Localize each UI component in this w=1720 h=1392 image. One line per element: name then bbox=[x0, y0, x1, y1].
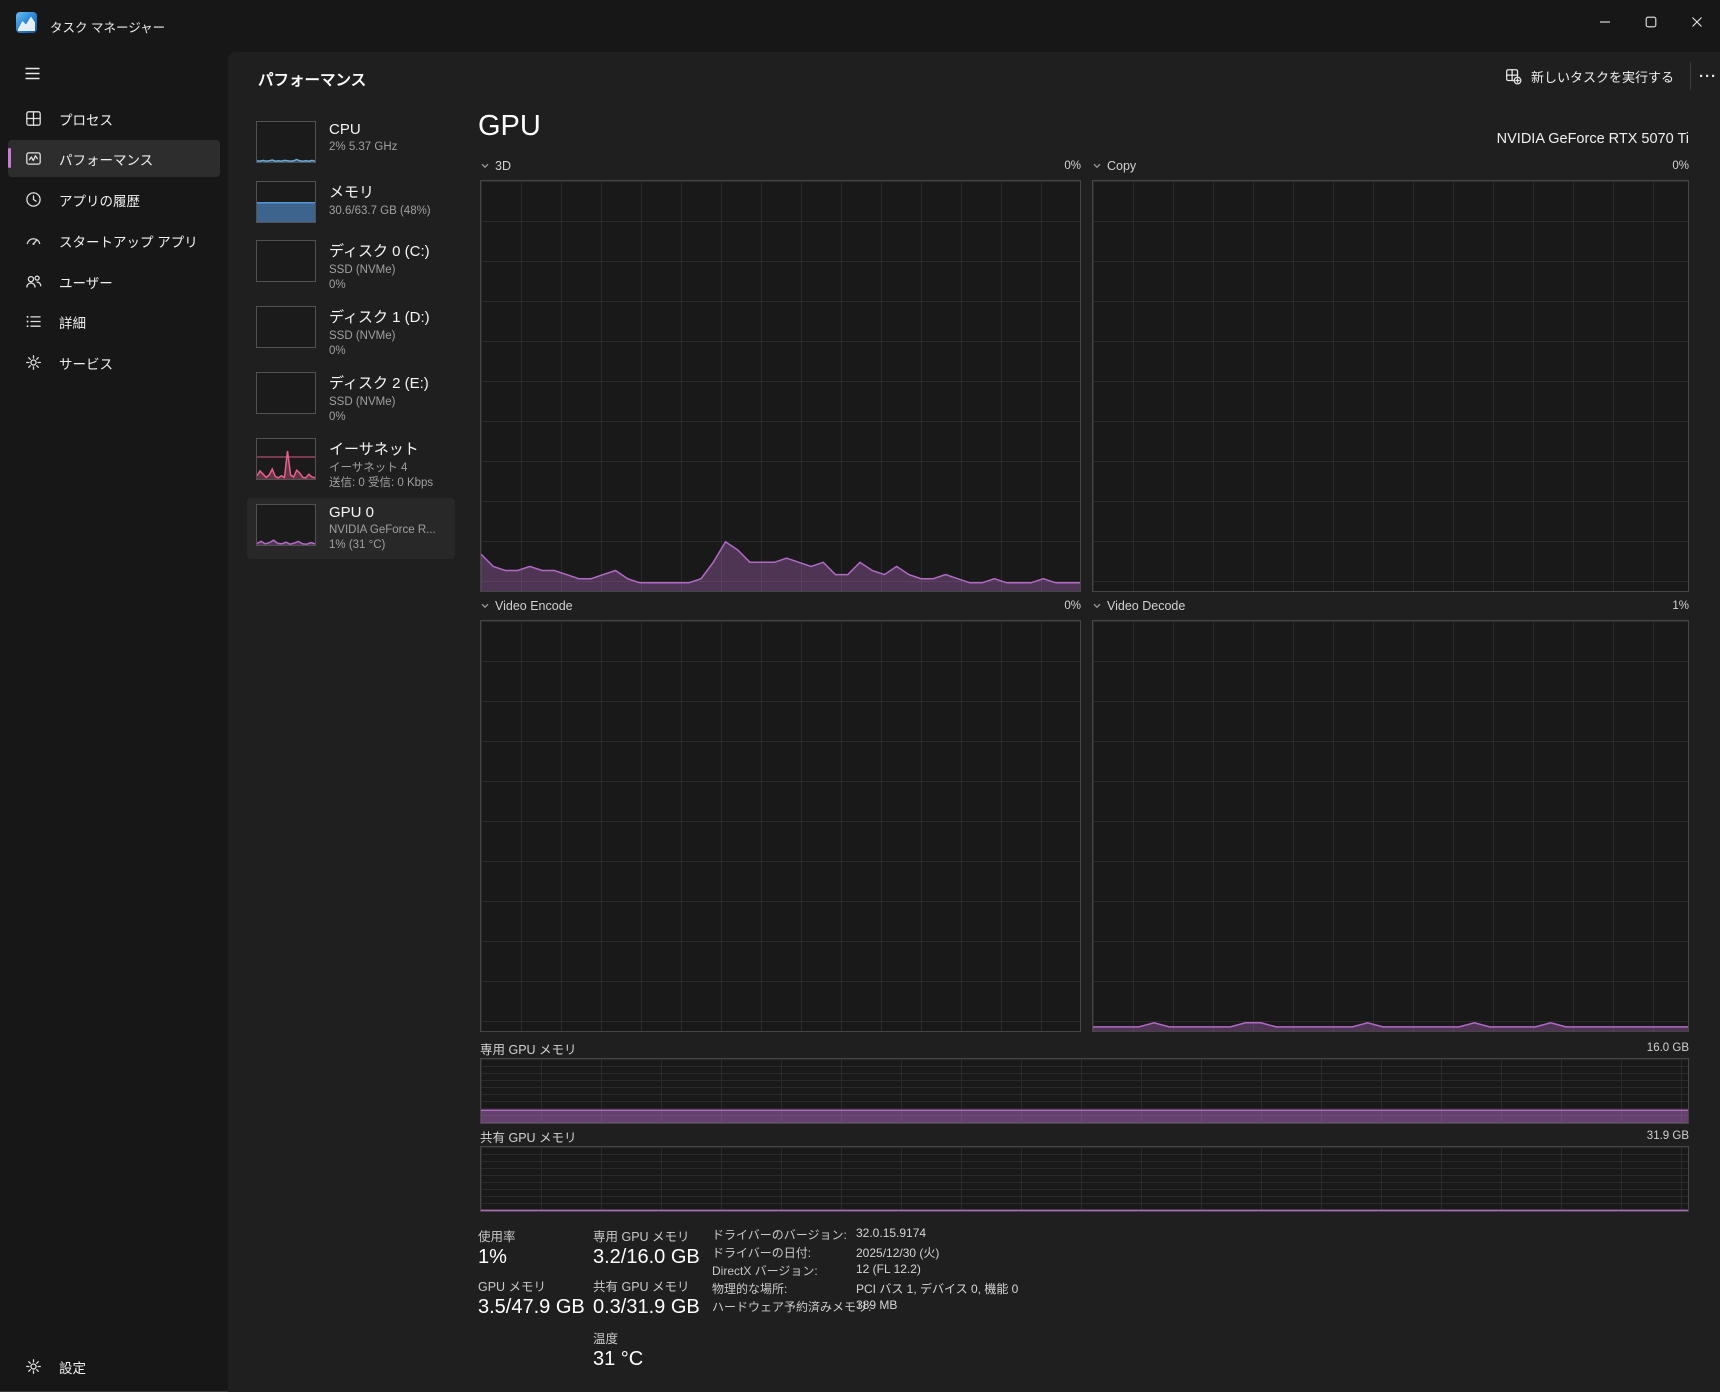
section-header-shared-memory: 共有 GPU メモリ 31.9 GB bbox=[480, 1128, 1689, 1144]
chevron-down-icon[interactable] bbox=[480, 601, 490, 611]
directx-version-label: DirectX バージョン: bbox=[712, 1262, 818, 1279]
sidebar-item-services[interactable]: サービス bbox=[8, 344, 220, 381]
details-list-icon bbox=[25, 313, 42, 330]
sidebar-item-label: アプリの履歴 bbox=[59, 190, 140, 210]
perf-item-ethernet[interactable]: イーサネット イーサネット 4 送信: 0 受信: 0 Kbps bbox=[247, 432, 455, 497]
sidebar-item-performance[interactable]: パフォーマンス bbox=[8, 140, 220, 177]
run-new-task-button[interactable]: 新しいタスクを実行する bbox=[1495, 60, 1684, 92]
services-gear-icon bbox=[25, 354, 42, 371]
users-icon bbox=[25, 273, 42, 290]
sidebar-item-label: 設定 bbox=[59, 1357, 86, 1377]
sidebar-item-label: サービス bbox=[59, 353, 113, 373]
sidebar-item-label: ユーザー bbox=[59, 272, 113, 292]
gpu-video-encode-chart bbox=[480, 620, 1081, 1032]
settings-gear-icon bbox=[25, 1358, 42, 1375]
driver-date-label: ドライバーの日付: bbox=[712, 1244, 811, 1261]
temperature-label: 温度 bbox=[593, 1328, 618, 1347]
ethernet-mini-chart bbox=[256, 438, 316, 480]
gpu-page-title: GPU bbox=[478, 110, 541, 143]
section-header-dedicated-memory: 専用 GPU メモリ 16.0 GB bbox=[480, 1040, 1689, 1056]
hamburger-menu-icon[interactable] bbox=[12, 56, 52, 90]
task-manager-window: タスク マネージャー プロセス パフォーマンス アプリの履歴 スタートアップ ア… bbox=[0, 0, 1720, 1392]
shared-memory-label: 共有 GPU メモリ bbox=[593, 1276, 690, 1295]
hw-reserved-memory-value: 389 MB bbox=[856, 1298, 897, 1312]
section-header-video-encode: Video Encode 0% bbox=[480, 598, 1081, 614]
disk0-mini-chart bbox=[256, 240, 316, 282]
sidebar-item-label: 詳細 bbox=[59, 312, 86, 332]
disk2-mini-chart bbox=[256, 372, 316, 414]
sidebar-item-users[interactable]: ユーザー bbox=[8, 263, 220, 300]
driver-date-value: 2025/12/30 (火) bbox=[856, 1244, 939, 1261]
physical-location-label: 物理的な場所: bbox=[712, 1280, 787, 1297]
memory-mini-chart bbox=[256, 181, 316, 223]
physical-location-value: PCI バス 1, デバイス 0, 機能 0 bbox=[856, 1280, 1018, 1297]
perf-item-memory[interactable]: メモリ 30.6/63.7 GB (48%) bbox=[247, 175, 455, 229]
video-encode-percent: 0% bbox=[1064, 600, 1081, 612]
app-icon bbox=[16, 12, 37, 33]
performance-icon bbox=[25, 150, 42, 167]
sidebar-item-label: パフォーマンス bbox=[59, 149, 153, 169]
perf-item-disk0[interactable]: ディスク 0 (C:) SSD (NVMe) 0% bbox=[247, 234, 455, 299]
gpu-copy-chart bbox=[1092, 180, 1689, 592]
sidebar-item-settings[interactable]: 設定 bbox=[8, 1348, 220, 1385]
run-new-task-label: 新しいタスクを実行する bbox=[1531, 67, 1674, 86]
hw-reserved-memory-label: ハードウェア予約済みメモリ: bbox=[712, 1298, 871, 1315]
sidebar-item-app-history[interactable]: アプリの履歴 bbox=[8, 181, 220, 218]
sidebar-item-label: プロセス bbox=[59, 109, 113, 129]
driver-version-label: ドライバーのバージョン: bbox=[712, 1226, 847, 1243]
more-options-button[interactable]: ··· bbox=[1697, 60, 1719, 92]
chevron-down-icon[interactable] bbox=[480, 161, 490, 171]
shared-memory-max: 31.9 GB bbox=[1647, 1130, 1689, 1142]
disk1-mini-chart bbox=[256, 306, 316, 348]
dedicated-memory-label: 専用 GPU メモリ bbox=[593, 1226, 690, 1245]
shared-memory-value: 0.3/31.9 GB bbox=[593, 1296, 700, 1319]
dedicated-memory-value: 3.2/16.0 GB bbox=[593, 1246, 700, 1269]
cpu-mini-chart bbox=[256, 121, 316, 163]
startup-gauge-icon bbox=[25, 232, 42, 249]
page-header: パフォーマンス bbox=[258, 68, 366, 90]
sidebar-item-label: スタートアップ アプリ bbox=[59, 231, 198, 251]
section-header-copy: Copy 0% bbox=[1092, 158, 1689, 174]
chevron-down-icon[interactable] bbox=[1092, 161, 1102, 171]
3d-percent: 0% bbox=[1064, 160, 1081, 172]
maximize-button[interactable] bbox=[1628, 0, 1674, 44]
header-separator bbox=[1690, 62, 1691, 90]
gpu-memory-label: GPU メモリ bbox=[478, 1276, 546, 1295]
usage-value: 1% bbox=[478, 1246, 507, 1269]
gpu-3d-chart bbox=[480, 180, 1081, 592]
section-header-video-decode: Video Decode 1% bbox=[1092, 598, 1689, 614]
gpu-memory-value: 3.5/47.9 GB bbox=[478, 1296, 585, 1319]
dedicated-gpu-memory-chart bbox=[480, 1058, 1689, 1124]
perf-item-disk1[interactable]: ディスク 1 (D:) SSD (NVMe) 0% bbox=[247, 300, 455, 365]
gpu-mini-chart bbox=[256, 504, 316, 546]
chevron-down-icon[interactable] bbox=[1092, 601, 1102, 611]
run-new-task-icon bbox=[1505, 68, 1522, 85]
gpu-video-decode-chart bbox=[1092, 620, 1689, 1032]
history-icon bbox=[25, 191, 42, 208]
sidebar-item-startup-apps[interactable]: スタートアップ アプリ bbox=[8, 222, 220, 259]
perf-item-cpu[interactable]: CPU 2% 5.37 GHz bbox=[247, 115, 455, 169]
titlebar: タスク マネージャー bbox=[0, 0, 1720, 46]
usage-label: 使用率 bbox=[478, 1226, 516, 1245]
copy-percent: 0% bbox=[1672, 160, 1689, 172]
processes-icon bbox=[25, 110, 42, 127]
dedicated-memory-max: 16.0 GB bbox=[1647, 1042, 1689, 1054]
temperature-value: 31 °C bbox=[593, 1348, 643, 1371]
perf-item-gpu0[interactable]: GPU 0 NVIDIA GeForce R... 1% (31 °C) bbox=[247, 498, 455, 559]
directx-version-value: 12 (FL 12.2) bbox=[856, 1262, 921, 1276]
sidebar-item-processes[interactable]: プロセス bbox=[8, 100, 220, 137]
window-title: タスク マネージャー bbox=[50, 17, 165, 36]
section-header-3d: 3D 0% bbox=[480, 158, 1081, 174]
gpu-device-name: NVIDIA GeForce RTX 5070 Ti bbox=[1497, 131, 1689, 147]
perf-item-disk2[interactable]: ディスク 2 (E:) SSD (NVMe) 0% bbox=[247, 366, 455, 431]
shared-gpu-memory-chart bbox=[480, 1146, 1689, 1212]
sidebar-item-details[interactable]: 詳細 bbox=[8, 303, 220, 340]
driver-version-value: 32.0.15.9174 bbox=[856, 1226, 926, 1240]
video-decode-percent: 1% bbox=[1672, 600, 1689, 612]
close-button[interactable] bbox=[1674, 0, 1720, 44]
minimize-button[interactable] bbox=[1582, 0, 1628, 44]
